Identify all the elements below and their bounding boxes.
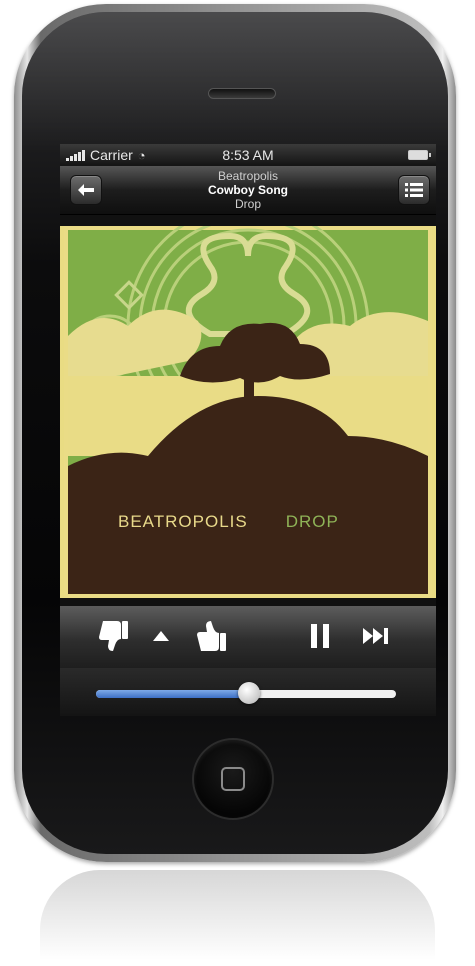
more-info-button[interactable] [146, 616, 176, 656]
earpiece-speaker [208, 88, 276, 99]
playback-controls [60, 606, 436, 668]
list-icon [405, 183, 423, 197]
phone-reflection [40, 870, 435, 960]
home-button[interactable] [192, 738, 274, 820]
thumbs-up-button[interactable] [192, 616, 232, 656]
thumbs-up-icon [197, 621, 226, 651]
album-art-caption: BEATROPOLIS DROP [118, 512, 339, 532]
status-time: 8:53 AM [222, 147, 274, 163]
up-arrow-icon [153, 631, 169, 641]
skip-forward-button[interactable] [356, 616, 396, 656]
thumbs-down-icon [99, 621, 128, 651]
artwork-brand-text: BEATROPOLIS [118, 512, 248, 531]
progress-thumb[interactable] [238, 682, 260, 704]
phone-screen: Carrier ◔ 8:53 AM Beatropolis Cowboy Son… [60, 144, 436, 716]
back-button[interactable] [70, 175, 102, 205]
song-title: Cowboy Song [208, 183, 288, 197]
playlist-button[interactable] [398, 175, 430, 205]
progress-fill [96, 690, 249, 698]
progress-area [60, 668, 436, 716]
back-arrow-icon [78, 184, 94, 196]
pause-icon [311, 624, 329, 648]
artist-name: Beatropolis [217, 169, 279, 183]
track-info: Beatropolis Cowboy Song Drop [120, 169, 376, 211]
skip-forward-icon [363, 628, 388, 644]
now-playing-navbar: Beatropolis Cowboy Song Drop [60, 166, 436, 215]
pause-button[interactable] [300, 616, 340, 656]
glass-gloss [22, 12, 448, 152]
artwork-album-text: DROP [285, 512, 339, 531]
album-artwork-image [64, 226, 432, 598]
album-artwork: BEATROPOLIS DROP [60, 226, 436, 598]
thumbs-down-button[interactable] [94, 616, 134, 656]
album-name: Drop [234, 197, 261, 211]
status-bar: Carrier ◔ 8:53 AM [60, 144, 436, 166]
home-button-icon [221, 767, 245, 791]
battery-icon [408, 150, 431, 160]
